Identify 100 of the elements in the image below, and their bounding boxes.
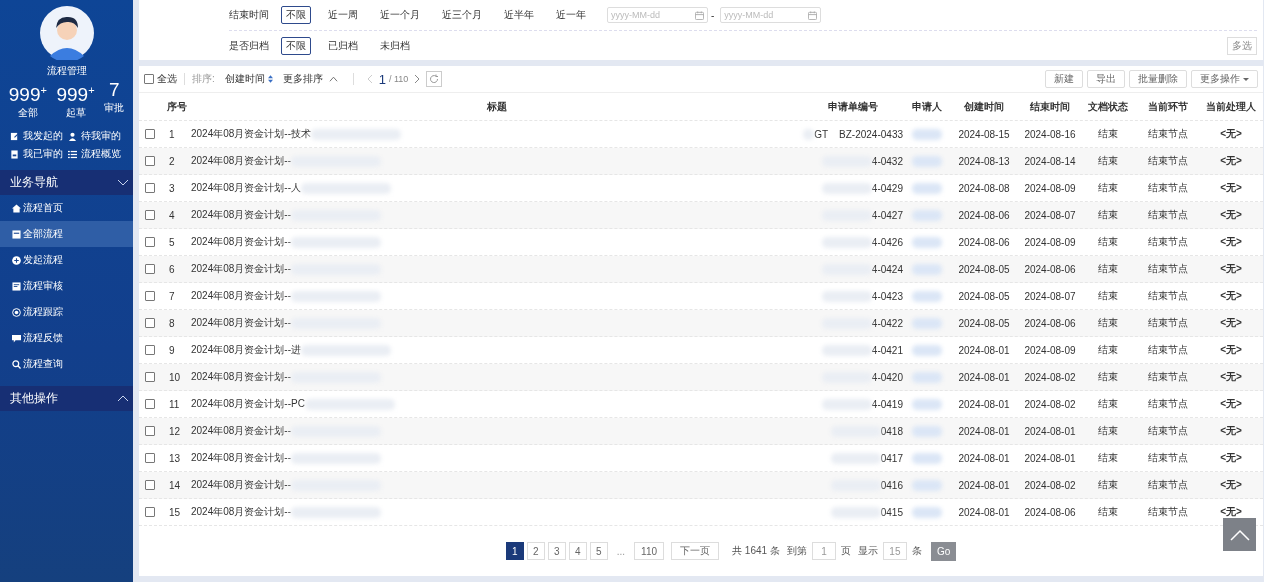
table-cell-text: 结束节点 [1147,343,1189,357]
page-button[interactable]: 2 [526,542,545,560]
title-cell[interactable]: 2024年08月资金计划--技术 [191,127,312,141]
sidebar-link[interactable]: 待我审的 [67,129,125,144]
filter-option[interactable]: 近半年 [499,6,539,24]
page-button[interactable]: 110 [634,542,665,560]
nav-item[interactable]: 流程审核 [0,273,133,300]
toolbar-button[interactable]: 更多操作 [1191,70,1258,88]
page-button[interactable]: 5 [589,542,608,560]
table-cell-text: 结束 [1097,343,1119,357]
checkbox[interactable] [144,74,154,84]
row-number: 9 [168,344,176,356]
title-cell[interactable]: 2024年08月资金计划-- [191,235,292,249]
back-to-top-button[interactable] [1223,518,1256,551]
sidebar-link[interactable]: 流程概览 [67,147,125,162]
section-header[interactable]: 其他操作 [0,386,133,412]
sidebar-link[interactable]: 我发起的 [10,129,68,144]
next-page-button[interactable]: 下一页 [671,542,720,560]
edit-icon [10,131,19,141]
sidebar-link[interactable]: 我已审的 [10,147,68,162]
table-cell-text: 结束节点 [1147,154,1189,168]
row-checkbox[interactable] [145,453,155,463]
user-icon [67,131,77,141]
table-cell-text: 2024-08-15 [957,128,1011,140]
select-all-checkbox[interactable]: 全选 [144,72,177,86]
date-field[interactable]: yyyy-MM-dd [720,7,822,23]
filter-option[interactable]: 不限 [281,37,311,55]
nav-item[interactable]: 流程首页 [0,195,133,222]
table-cell-text: 结束节点 [1147,127,1189,141]
row-checkbox[interactable] [145,480,155,490]
page-button[interactable]: 3 [547,542,566,560]
table-cell-text: 结束节点 [1147,397,1189,411]
row-checkbox[interactable] [145,156,155,166]
row-checkbox[interactable] [145,426,155,436]
row-checkbox[interactable] [145,507,155,517]
filter-option[interactable]: 近一年 [551,6,591,24]
table-cell-text: 2024-08-09 [1023,236,1077,248]
title-cell[interactable]: 2024年08月资金计划-- [191,478,292,492]
date-field[interactable]: yyyy-MM-dd [607,7,708,23]
multi-select-button[interactable]: 多选 [1227,37,1257,55]
row-checkbox[interactable] [145,345,155,355]
row-checkbox[interactable] [145,210,155,220]
dropdown-caret-icon [1243,77,1249,81]
row-checkbox[interactable] [145,399,155,409]
title-cell[interactable]: 2024年08月资金计划-- [191,451,292,465]
nav-item[interactable]: 流程跟踪 [0,299,133,326]
row-checkbox[interactable] [145,372,155,382]
title-cell[interactable]: 2024年08月资金计划-- [191,289,292,303]
title-cell[interactable]: 2024年08月资金计划-- [191,424,292,438]
toolbar-button[interactable]: 新建 [1045,70,1083,88]
blurred-text [912,209,942,221]
toolbar-button[interactable]: 批量删除 [1129,70,1187,88]
title-cell[interactable]: 2024年08月资金计划--PC [191,397,305,411]
title-cell[interactable]: 2024年08月资金计划--人 [191,181,302,195]
column-header: 文档状态 [1087,99,1129,114]
row-checkbox[interactable] [145,318,155,328]
column-header: 序号 [166,99,188,114]
row-number: 6 [168,263,176,275]
more-sort-button[interactable]: 更多排序 [280,72,340,86]
filter-option[interactable]: 近一个月 [375,6,425,24]
row-checkbox[interactable] [145,264,155,274]
filter-option[interactable]: 不限 [281,6,311,24]
title-cell[interactable]: 2024年08月资金计划-- [191,208,292,222]
row-checkbox[interactable] [145,183,155,193]
filter-option[interactable]: 近三个月 [437,6,487,24]
title-cell[interactable]: 2024年08月资金计划-- [191,316,292,330]
title-cell[interactable]: 2024年08月资金计划-- [191,154,292,168]
filter-option[interactable]: 已归档 [323,37,363,55]
nav-item[interactable]: 流程查询 [0,351,133,378]
sort-label: 排序: [192,72,215,86]
next-page-icon[interactable] [414,74,421,84]
row-checkbox[interactable] [145,291,155,301]
row-number: 7 [168,290,176,302]
title-cell[interactable]: 2024年08月资金计划--进 [191,343,302,357]
refresh-button[interactable] [426,71,443,87]
table-cell: 0415 [880,506,903,518]
title-cell[interactable]: 2024年08月资金计划-- [191,370,292,384]
page-button[interactable]: 1 [505,542,524,560]
column-header: 标题 [486,99,508,114]
table-cell-text: <无> [1219,235,1243,249]
toolbar-button[interactable]: 导出 [1087,70,1125,88]
nav-item[interactable]: 流程反馈 [0,325,133,352]
count-label: 全部 [17,106,38,121]
table-cell-text: 2024-08-01 [957,371,1011,383]
nav-item[interactable]: 全部流程 [0,221,133,248]
table-cell-text: 2024-08-08 [957,182,1011,194]
blurred-text [912,344,942,356]
title-cell[interactable]: 2024年08月资金计划-- [191,262,292,276]
row-checkbox[interactable] [145,129,155,139]
sort-field-button[interactable]: 创建时间 [222,72,275,86]
title-cell[interactable]: 2024年08月资金计划-- [191,505,292,519]
page-button[interactable]: 4 [568,542,587,560]
section-header[interactable]: 业务导航 [0,170,133,196]
page-unit: 页 [840,544,851,558]
filter-option[interactable]: 未归档 [375,37,415,55]
filter-option[interactable]: 近一周 [323,6,363,24]
table-cell-text: 2024-08-07 [1023,209,1077,221]
nav-item[interactable]: 发起流程 [0,247,133,274]
row-checkbox[interactable] [145,237,155,247]
page-size-unit: 条 [911,544,922,558]
